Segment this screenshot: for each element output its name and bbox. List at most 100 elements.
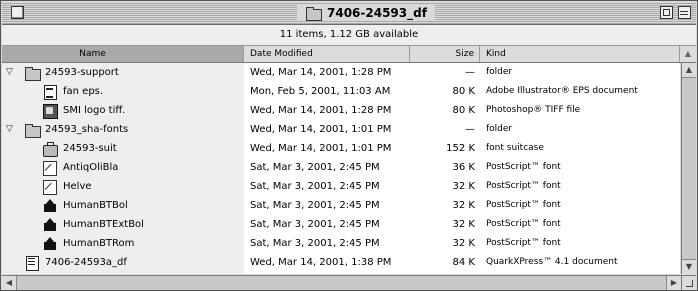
file-name-label: HumanBTRom — [63, 238, 135, 249]
file-name-label: 7406-24593a_df — [45, 257, 127, 268]
file-name-label: HumanBTExtBol — [63, 219, 144, 230]
file-kind: folder — [486, 67, 513, 77]
file-size: 32 K — [452, 219, 475, 230]
collapse-box[interactable] — [678, 6, 691, 19]
sort-direction-icon[interactable]: ▲ — [680, 46, 696, 62]
date-modified: Wed, Mar 14, 2001, 1:01 PM — [250, 124, 392, 135]
font-black-icon[interactable] — [42, 217, 58, 232]
photoshop-icon[interactable] — [42, 103, 58, 119]
close-box[interactable] — [11, 6, 24, 19]
column-header-name[interactable]: Name — [2, 46, 244, 62]
file-kind: PostScript™ font — [486, 219, 561, 229]
file-row[interactable]: HumanBTRom Sat, Mar 3, 2001, 2:45 PM 32 K P… — [2, 234, 680, 253]
file-row[interactable]: HumanBTBol Sat, Mar 3, 2001, 2:45 PM 32 K P… — [2, 196, 680, 215]
file-size: — — [465, 124, 475, 135]
file-size: 80 K — [452, 86, 475, 97]
resize-grow-box[interactable] — [681, 275, 696, 290]
column-header-kind[interactable]: Kind — [480, 46, 680, 62]
quark-document-icon[interactable] — [24, 255, 40, 271]
file-name-label: 24593_sha-fonts — [45, 124, 129, 135]
file-name[interactable]: 24593_sha-fonts — [24, 120, 128, 139]
file-name-label: HumanBTBol — [63, 200, 128, 211]
file-name[interactable]: HumanBTExtBol — [42, 215, 144, 234]
file-name-label: 24593-support — [45, 67, 119, 78]
file-name[interactable]: HumanBTRom — [42, 234, 134, 253]
file-name-label: AntiqOliBla — [63, 162, 119, 173]
folder-row[interactable]: ▽ 24593_sha-fonts Wed, Mar 14, 2001, 1:01 … — [2, 120, 680, 139]
file-row[interactable]: HumanBTExtBol Sat, Mar 3, 2001, 2:45 PM 32… — [2, 215, 680, 234]
file-name[interactable]: SMI logo tiff. — [42, 101, 125, 120]
title-bar[interactable]: 7406-24593_df — [2, 2, 696, 25]
date-modified: Mon, Feb 5, 2001, 11:03 AM — [250, 86, 391, 97]
finder-window: 7406-24593_df 11 items, 1.12 GB availabl… — [0, 0, 698, 291]
file-row[interactable]: 24593-suit Wed, Mar 14, 2001, 1:01 PM 152 … — [2, 139, 680, 158]
info-bar: 11 items, 1.12 GB available — [2, 25, 696, 46]
file-kind: Photoshop® TIFF file — [486, 105, 581, 115]
file-kind: QuarkXPress™ 4.1 document — [486, 257, 618, 267]
file-name-label: Helve — [63, 181, 92, 192]
file-name[interactable]: 7406-24593a_df — [24, 253, 127, 272]
file-kind: PostScript™ font — [486, 162, 561, 172]
file-size: 32 K — [452, 181, 475, 192]
file-row[interactable]: fan eps. Mon, Feb 5, 2001, 11:03 AM 80 K Ad… — [2, 82, 680, 101]
file-kind: PostScript™ font — [486, 181, 561, 191]
file-row[interactable]: AntiqOliBla Sat, Mar 3, 2001, 2:45 PM 36 K… — [2, 158, 680, 177]
folder-icon[interactable] — [24, 66, 41, 81]
file-row[interactable]: Helve Sat, Mar 3, 2001, 2:45 PM 32 K PostSc… — [2, 177, 680, 196]
date-modified: Wed, Mar 14, 2001, 1:01 PM — [250, 143, 392, 154]
scroll-right-arrow-icon[interactable]: ▶ — [666, 276, 681, 290]
window-title-text: 7406-24593_df — [327, 5, 427, 20]
date-modified: Wed, Mar 14, 2001, 1:28 PM — [250, 67, 392, 78]
folder-icon — [305, 6, 322, 21]
file-size: — — [465, 67, 475, 78]
disclosure-triangle-icon[interactable]: ▽ — [6, 120, 16, 139]
file-kind: PostScript™ font — [486, 200, 561, 210]
file-name[interactable]: Helve — [42, 177, 92, 196]
column-headers: Name Date Modified Size Kind ▲ — [2, 46, 696, 63]
file-size: 80 K — [452, 105, 475, 116]
file-name[interactable]: 24593-suit — [42, 139, 117, 158]
file-name-label: fan eps. — [63, 86, 104, 97]
folder-icon[interactable] — [24, 123, 41, 138]
date-modified: Sat, Mar 3, 2001, 2:45 PM — [250, 219, 380, 230]
scroll-left-arrow-icon[interactable]: ◀ — [2, 276, 17, 290]
date-modified: Sat, Mar 3, 2001, 2:45 PM — [250, 162, 380, 173]
file-kind: Adobe Illustrator® EPS document — [486, 86, 638, 96]
window-title: 7406-24593_df — [297, 4, 435, 21]
file-size: 32 K — [452, 200, 475, 211]
column-header-size[interactable]: Size — [410, 46, 480, 62]
date-modified: Wed, Mar 14, 2001, 1:28 PM — [250, 105, 392, 116]
file-size: 36 K — [452, 162, 475, 173]
folder-row[interactable]: ▽ 24593-support Wed, Mar 14, 2001, 1:28 PM… — [2, 63, 680, 82]
date-modified: Wed, Mar 14, 2001, 1:38 PM — [250, 257, 392, 268]
horizontal-scrollbar[interactable]: ◀ ▶ — [2, 275, 681, 290]
file-name[interactable]: AntiqOliBla — [42, 158, 118, 177]
font-black-icon[interactable] — [42, 236, 58, 251]
file-name[interactable]: fan eps. — [42, 82, 103, 101]
scroll-up-arrow-icon[interactable]: ▲ — [682, 63, 696, 78]
font-icon[interactable] — [42, 160, 58, 176]
file-kind: font suitcase — [486, 143, 544, 153]
column-header-date-modified[interactable]: Date Modified — [244, 46, 410, 62]
file-row[interactable]: SMI logo tiff. Wed, Mar 14, 2001, 1:28 PM… — [2, 101, 680, 120]
date-modified: Sat, Mar 3, 2001, 2:45 PM — [250, 238, 380, 249]
file-name-label: SMI logo tiff. — [63, 105, 126, 116]
file-kind: PostScript™ font — [486, 238, 561, 248]
document-icon[interactable] — [42, 84, 58, 100]
file-size: 32 K — [452, 238, 475, 249]
scroll-down-arrow-icon[interactable]: ▼ — [682, 259, 696, 274]
file-name-label: 24593-suit — [63, 143, 117, 154]
font-black-icon[interactable] — [42, 198, 58, 213]
file-size: 152 K — [446, 143, 475, 154]
file-name[interactable]: HumanBTBol — [42, 196, 128, 215]
zoom-box[interactable] — [660, 6, 673, 19]
file-kind: folder — [486, 124, 513, 134]
disclosure-triangle-icon[interactable]: ▽ — [6, 63, 16, 82]
suitcase-icon[interactable] — [42, 141, 58, 157]
font-icon[interactable] — [42, 179, 58, 195]
file-name[interactable]: 24593-support — [24, 63, 119, 82]
file-list: ▽ 24593-support Wed, Mar 14, 2001, 1:28 PM… — [2, 63, 680, 274]
file-size: 84 K — [452, 257, 475, 268]
file-row[interactable]: 7406-24593a_df Wed, Mar 14, 2001, 1:38 PM… — [2, 253, 680, 272]
vertical-scrollbar[interactable]: ▲ ▼ — [681, 63, 696, 274]
